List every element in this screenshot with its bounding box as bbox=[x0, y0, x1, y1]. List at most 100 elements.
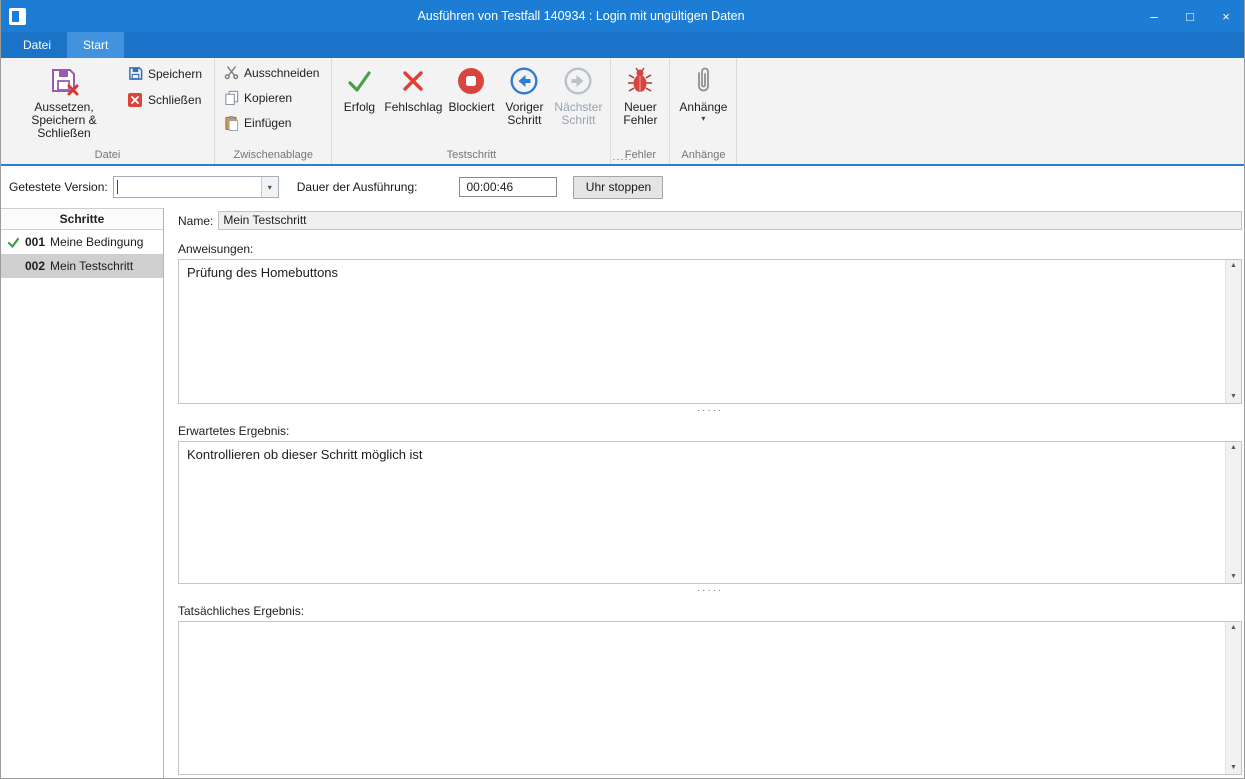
splitter-handle[interactable]: ····· bbox=[178, 584, 1242, 598]
group-label-datei: Datei bbox=[5, 147, 210, 164]
scissors-icon bbox=[223, 65, 239, 80]
suspend-save-close-label: Aussetzen, Speichern & Schließen bbox=[10, 101, 118, 140]
window-controls: – □ × bbox=[1136, 0, 1244, 32]
actual-result-textbox: ▲ ▼ bbox=[178, 621, 1242, 775]
steps-header: Schritte bbox=[1, 208, 163, 230]
duration-field[interactable]: 00:00:46 bbox=[459, 177, 557, 197]
ribbon-group-datei: Aussetzen, Speichern & Schließen Speiche… bbox=[1, 58, 215, 164]
expected-result-scrollbar[interactable]: ▲ ▼ bbox=[1225, 442, 1241, 583]
save-close-icon bbox=[49, 63, 79, 99]
suspend-save-close-button[interactable]: Aussetzen, Speichern & Schließen bbox=[5, 60, 123, 140]
speichern-label: Speichern bbox=[148, 67, 202, 81]
ribbon-collapse-handle[interactable]: ····· bbox=[613, 155, 633, 164]
duration-label: Dauer der Ausführung: bbox=[297, 180, 418, 194]
anhaenge-dropdown-icon[interactable]: ▾ bbox=[701, 115, 705, 123]
version-combobox[interactable]: ▾ bbox=[113, 176, 279, 198]
blockiert-button[interactable]: Blockiert bbox=[444, 60, 498, 114]
schliessen-label: Schließen bbox=[148, 93, 201, 107]
anhaenge-button[interactable]: Anhänge ▾ bbox=[674, 60, 732, 123]
erfolg-button[interactable]: Erfolg bbox=[336, 60, 382, 114]
titlebar: Ausführen von Testfall 140934 : Login mi… bbox=[1, 0, 1244, 32]
einfuegen-label: Einfügen bbox=[244, 116, 291, 130]
scroll-up-icon[interactable]: ▲ bbox=[1230, 262, 1237, 270]
name-field[interactable]: Mein Testschritt bbox=[218, 211, 1242, 230]
close-box-icon bbox=[127, 93, 143, 107]
combo-dropdown-icon[interactable]: ▾ bbox=[261, 177, 278, 197]
paperclip-icon bbox=[693, 63, 713, 99]
naechster-schritt-button[interactable]: Nächster Schritt bbox=[550, 60, 606, 127]
step-number: 001 bbox=[25, 235, 45, 249]
paste-icon bbox=[223, 115, 239, 131]
close-button[interactable]: × bbox=[1208, 0, 1244, 32]
maximize-button[interactable]: □ bbox=[1172, 0, 1208, 32]
step-passed-check-icon bbox=[1, 236, 25, 249]
actual-result-scrollbar[interactable]: ▲ ▼ bbox=[1225, 622, 1241, 774]
ribbon-group-testschritt: Erfolg Fehlschlag bbox=[332, 58, 611, 164]
ribbon-group-fehler: Neuer Fehler Fehler bbox=[611, 58, 670, 164]
main-area: Schritte 001 Meine Bedingung 002 Mein Te… bbox=[1, 208, 1244, 778]
ausschneiden-button[interactable]: Ausschneiden bbox=[219, 60, 327, 85]
bug-icon bbox=[627, 63, 653, 99]
name-label: Name: bbox=[178, 214, 213, 228]
splitter-handle[interactable]: ····· bbox=[178, 404, 1242, 418]
naechster-schritt-label: Nächster Schritt bbox=[554, 101, 602, 127]
voriger-schritt-button[interactable]: Voriger Schritt bbox=[498, 60, 550, 127]
step-label: Mein Testschritt bbox=[50, 259, 133, 273]
save-icon bbox=[127, 66, 143, 81]
step-item-001[interactable]: 001 Meine Bedingung bbox=[1, 230, 163, 254]
scroll-down-icon[interactable]: ▼ bbox=[1230, 573, 1237, 581]
text-cursor bbox=[117, 180, 118, 194]
schliessen-button[interactable]: Schließen bbox=[123, 87, 210, 112]
group-label-anhaenge: Anhänge bbox=[674, 147, 732, 164]
success-check-icon bbox=[344, 63, 374, 99]
scroll-up-icon[interactable]: ▲ bbox=[1230, 444, 1237, 452]
previous-step-icon bbox=[509, 63, 539, 99]
expected-result-text[interactable]: Kontrollieren ob dieser Schritt möglich … bbox=[179, 442, 1225, 583]
actual-result-label: Tatsächliches Ergebnis: bbox=[178, 604, 1242, 618]
scroll-down-icon[interactable]: ▼ bbox=[1230, 764, 1237, 772]
scroll-down-icon[interactable]: ▼ bbox=[1230, 393, 1237, 401]
voriger-schritt-label: Voriger Schritt bbox=[503, 101, 545, 127]
blocked-stop-icon bbox=[456, 63, 486, 99]
ribbon: Aussetzen, Speichern & Schließen Speiche… bbox=[1, 58, 1244, 166]
kopieren-button[interactable]: Kopieren bbox=[219, 85, 327, 110]
group-label-testschritt: Testschritt bbox=[336, 147, 606, 164]
ribbon-tabstrip: Datei Start bbox=[1, 32, 1244, 58]
next-step-icon bbox=[563, 63, 593, 99]
app-window: Ausführen von Testfall 140934 : Login mi… bbox=[0, 0, 1245, 779]
tab-datei[interactable]: Datei bbox=[7, 32, 67, 58]
tab-start[interactable]: Start bbox=[67, 32, 124, 58]
stop-clock-button[interactable]: Uhr stoppen bbox=[573, 176, 663, 199]
step-detail-panel: Name: Mein Testschritt Anweisungen: Prüf… bbox=[164, 208, 1244, 778]
anhaenge-label: Anhänge bbox=[679, 101, 727, 114]
erfolg-label: Erfolg bbox=[344, 101, 375, 114]
kopieren-label: Kopieren bbox=[244, 91, 292, 105]
neuer-fehler-button[interactable]: Neuer Fehler bbox=[615, 60, 665, 127]
instructions-textbox: Prüfung des Homebuttons ▲ ▼ bbox=[178, 259, 1242, 404]
ausschneiden-label: Ausschneiden bbox=[244, 66, 319, 80]
steps-panel: Schritte 001 Meine Bedingung 002 Mein Te… bbox=[1, 208, 164, 778]
ribbon-group-zwischenablage: Ausschneiden Kopieren bbox=[215, 58, 332, 164]
step-item-002[interactable]: 002 Mein Testschritt bbox=[1, 254, 163, 278]
instructions-text[interactable]: Prüfung des Homebuttons bbox=[179, 260, 1225, 403]
app-icon bbox=[9, 8, 26, 25]
fehlschlag-button[interactable]: Fehlschlag bbox=[382, 60, 444, 114]
scroll-up-icon[interactable]: ▲ bbox=[1230, 624, 1237, 632]
step-label: Meine Bedingung bbox=[50, 235, 143, 249]
einfuegen-button[interactable]: Einfügen bbox=[219, 110, 327, 135]
neuer-fehler-label: Neuer Fehler bbox=[620, 101, 660, 127]
ribbon-group-anhaenge: Anhänge ▾ Anhänge bbox=[670, 58, 737, 164]
actual-result-text[interactable] bbox=[179, 622, 1225, 774]
speichern-button[interactable]: Speichern bbox=[123, 61, 210, 86]
instructions-label: Anweisungen: bbox=[178, 242, 1242, 256]
group-label-zwischenablage: Zwischenablage bbox=[219, 147, 327, 164]
expected-result-label: Erwartetes Ergebnis: bbox=[178, 424, 1242, 438]
instructions-scrollbar[interactable]: ▲ ▼ bbox=[1225, 260, 1241, 403]
version-label: Getestete Version: bbox=[9, 180, 108, 194]
minimize-button[interactable]: – bbox=[1136, 0, 1172, 32]
execution-toolbar: Getestete Version: ▾ Dauer der Ausführun… bbox=[1, 166, 1244, 208]
failure-x-icon bbox=[400, 63, 426, 99]
fehlschlag-label: Fehlschlag bbox=[384, 101, 442, 114]
step-number: 002 bbox=[25, 259, 45, 273]
blockiert-label: Blockiert bbox=[448, 101, 494, 114]
